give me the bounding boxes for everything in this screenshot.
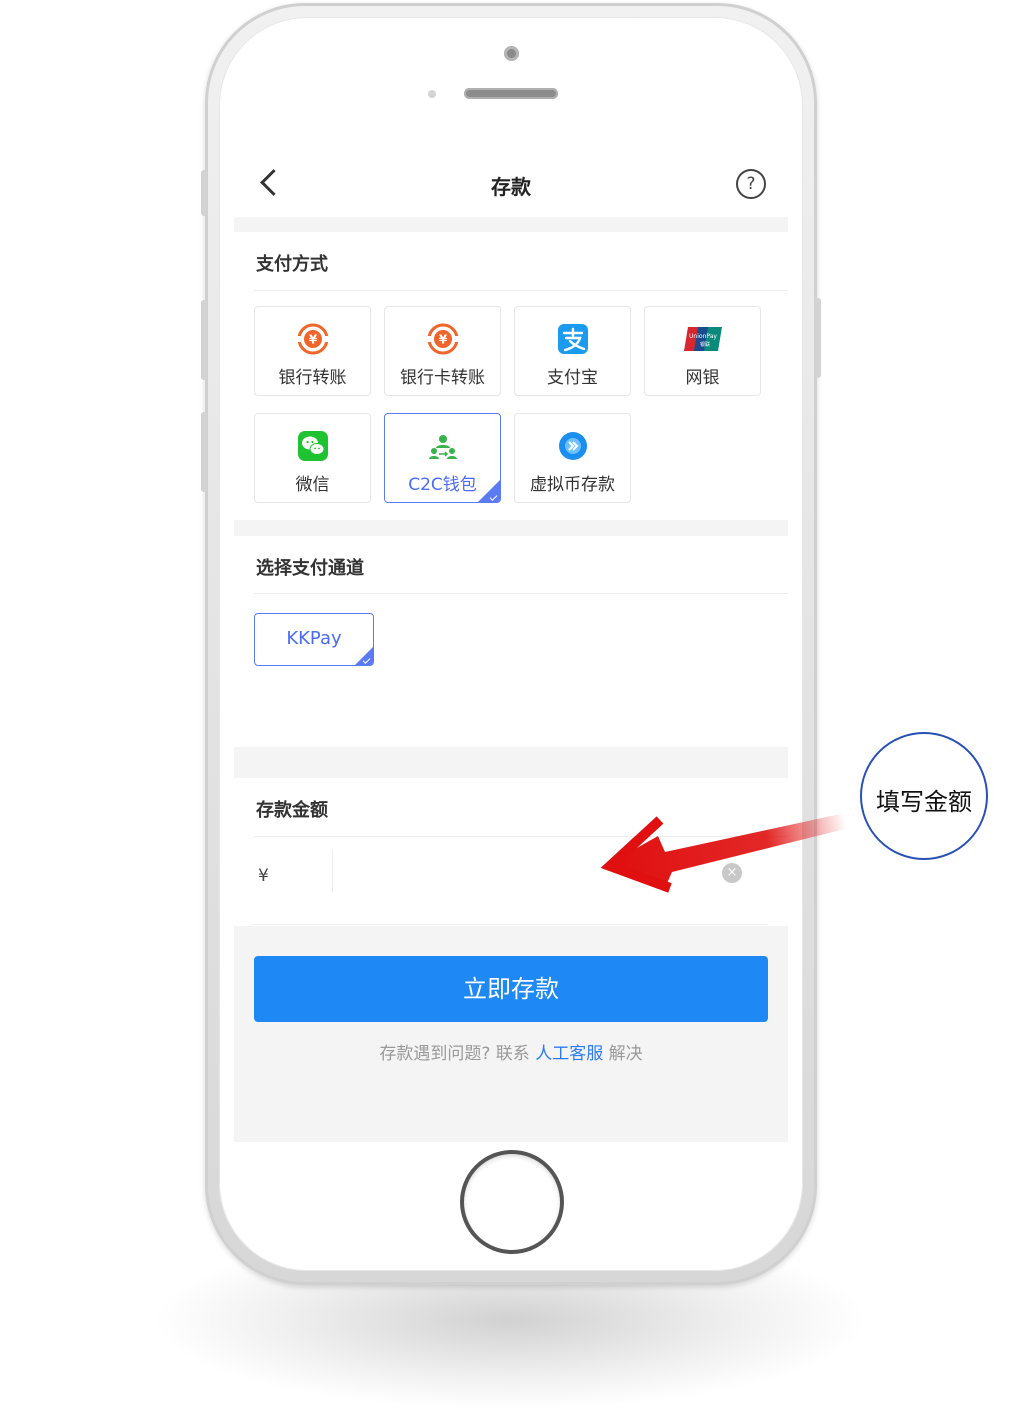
- currency-symbol: ¥: [258, 866, 269, 886]
- help-line: 存款遇到问题? 联系 人工客服 解决: [234, 1039, 788, 1064]
- customer-service-link[interactable]: 人工客服: [535, 1044, 603, 1064]
- svg-text:¥: ¥: [439, 333, 448, 347]
- method-label: 银行转账: [278, 368, 347, 388]
- volume-up-button: [201, 300, 207, 380]
- c2c-wallet-icon: [429, 435, 457, 459]
- method-bank-transfer[interactable]: ¥ 银行转账: [254, 306, 371, 396]
- callout-text: 填写金额: [876, 788, 972, 816]
- annotation-callout: 填写金额: [860, 732, 988, 860]
- alipay-icon: [558, 324, 588, 354]
- divider: [254, 290, 788, 291]
- help-suffix: 解决: [608, 1044, 643, 1064]
- method-wechat[interactable]: 微信: [254, 413, 371, 503]
- method-label: 虚拟币存款: [530, 475, 615, 495]
- volume-down-button: [201, 412, 207, 492]
- power-button: [815, 298, 821, 378]
- front-camera: [504, 46, 519, 61]
- mute-switch: [201, 170, 207, 216]
- amount-input[interactable]: [342, 850, 716, 894]
- svg-text:UnionPay: UnionPay: [689, 333, 717, 340]
- amount-title: 存款金额: [256, 800, 328, 821]
- method-alipay[interactable]: 支付宝: [514, 306, 631, 396]
- payment-method-title: 支付方式: [256, 254, 328, 275]
- svg-text:银联: 银联: [700, 341, 710, 348]
- method-label: 微信: [295, 475, 330, 495]
- divider: [332, 850, 333, 892]
- method-crypto[interactable]: 虚拟币存款: [514, 413, 631, 503]
- method-label: 支付宝: [547, 368, 598, 388]
- method-online-banking[interactable]: UnionPay 银联 网银: [644, 306, 761, 396]
- crypto-coin-icon: [559, 432, 587, 460]
- app-screen: 存款 ? 支付方式 ¥ 银行转账 ¥ 银行卡转账 支付宝 UnionPay 银联…: [234, 155, 788, 1142]
- deposit-now-button[interactable]: 立即存款: [254, 956, 768, 1022]
- yuan-transfer-icon: ¥: [427, 323, 459, 355]
- page-title: 存款: [491, 175, 531, 199]
- channel-section: 选择支付通道 KKPay: [234, 536, 788, 747]
- divider: [254, 924, 768, 925]
- yuan-transfer-icon: ¥: [297, 323, 329, 355]
- divider: [254, 836, 788, 837]
- help-prefix: 存款遇到问题? 联系: [379, 1044, 530, 1064]
- amount-section: 存款金额 ¥: [234, 778, 788, 926]
- home-button[interactable]: [460, 1150, 564, 1254]
- channel-title: 选择支付通道: [256, 558, 364, 579]
- earpiece-speaker: [464, 88, 558, 99]
- payment-method-section: 支付方式 ¥ 银行转账 ¥ 银行卡转账 支付宝 UnionPay 银联 网银 微…: [234, 232, 788, 520]
- method-label: 网银: [685, 368, 720, 388]
- clear-icon[interactable]: ×: [722, 863, 742, 883]
- channel-label: KKPay: [286, 628, 342, 649]
- nav-bar: 存款 ?: [234, 155, 788, 217]
- divider: [254, 593, 788, 594]
- method-bank-card-transfer[interactable]: ¥ 银行卡转账: [384, 306, 501, 396]
- unionpay-icon: UnionPay 银联: [684, 327, 722, 351]
- selected-corner-badge: [478, 480, 500, 502]
- method-c2c-wallet[interactable]: C2C钱包: [384, 413, 501, 503]
- wechat-icon: [298, 431, 328, 461]
- svg-text:¥: ¥: [309, 333, 318, 347]
- method-label: 银行卡转账: [400, 368, 485, 388]
- help-icon[interactable]: ?: [736, 169, 766, 199]
- channel-kkpay[interactable]: KKPay: [254, 613, 374, 666]
- proximity-sensor: [428, 90, 436, 98]
